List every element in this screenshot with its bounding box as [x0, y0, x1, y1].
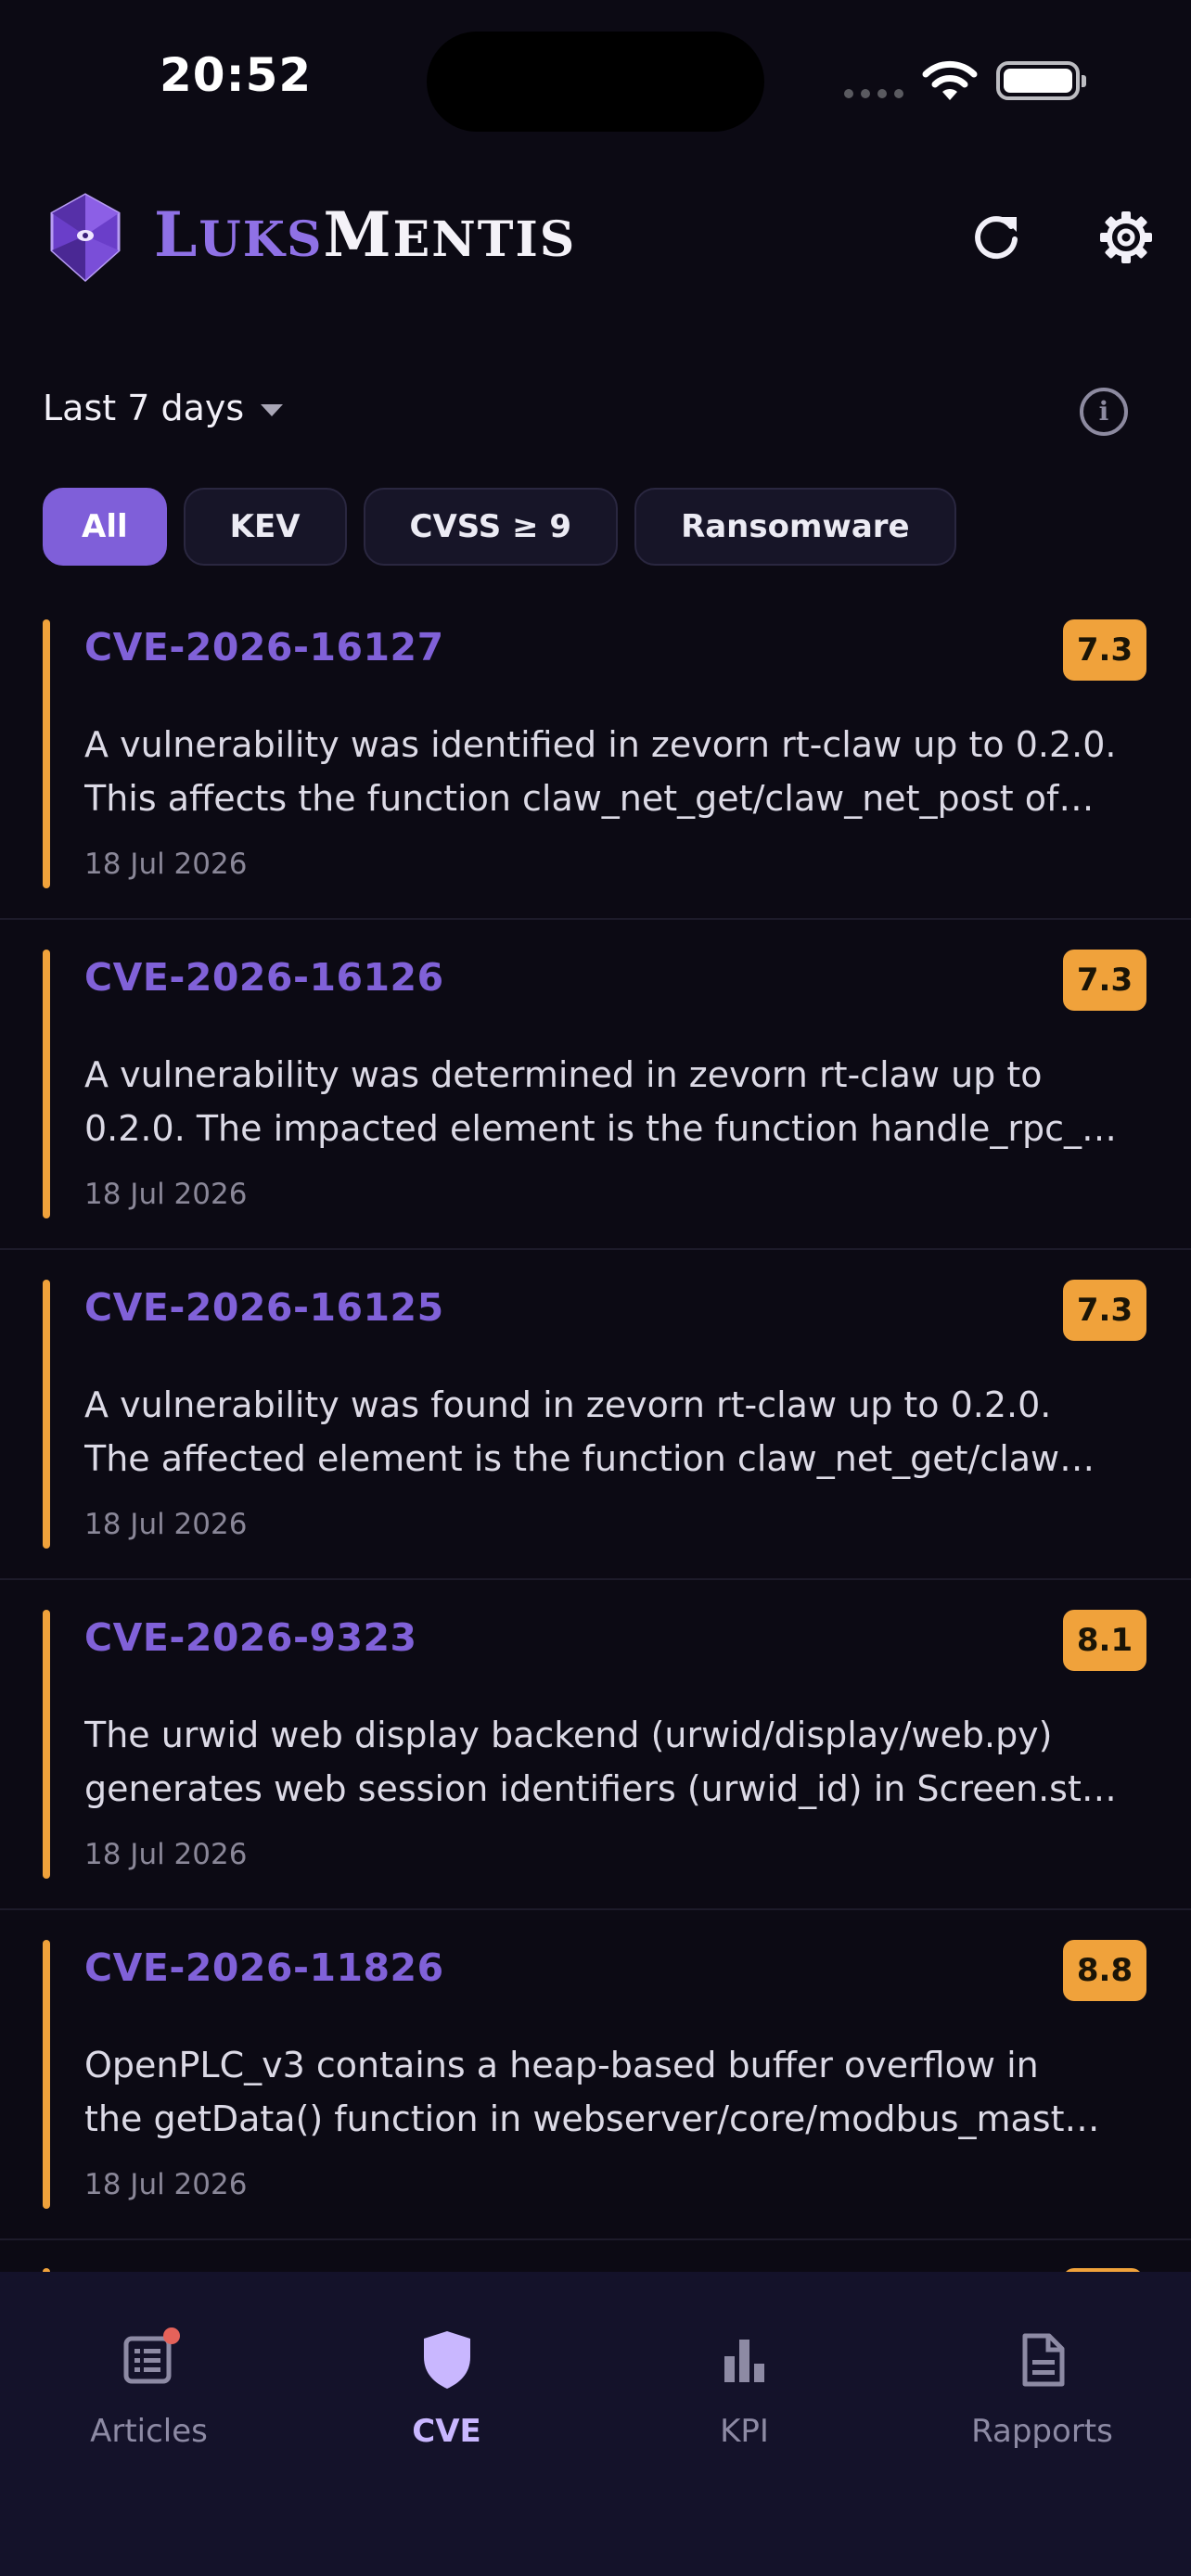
cve-list: CVE-2026-16127 7.3 A vulnerability was i… — [0, 590, 1191, 2287]
cvss-score-badge: 7.3 — [1063, 619, 1146, 681]
cvss-score-badge: 8.1 — [1063, 1610, 1146, 1671]
cve-id: CVE-2026-11826 — [84, 1945, 444, 1990]
cvss-score-badge: 8.8 — [1063, 1940, 1146, 2001]
cve-description: A vulnerability was identified in zevorn… — [84, 718, 1151, 825]
severity-bar — [43, 1280, 50, 1549]
status-time: 20:52 — [160, 48, 313, 102]
shield-icon — [415, 2327, 480, 2392]
refresh-button[interactable] — [961, 202, 1031, 273]
severity-bar — [43, 1940, 50, 2209]
cve-description-line: the getData() function in webserver/core… — [84, 2098, 1100, 2139]
cve-list-item[interactable]: CVE-2026-16125 7.3 A vulnerability was f… — [0, 1250, 1191, 1580]
cve-id: CVE-2026-16126 — [84, 955, 444, 1000]
cve-id: CVE-2026-9323 — [84, 1615, 417, 1660]
cve-description-line: A vulnerability was found in zevorn rt-c… — [84, 1384, 1052, 1425]
tab-label: Articles — [90, 2413, 208, 2450]
cve-id: CVE-2026-16125 — [84, 1285, 444, 1330]
tab-label: Rapports — [971, 2413, 1113, 2450]
settings-button[interactable] — [1091, 202, 1161, 273]
tab-label: KPI — [720, 2413, 769, 2450]
news-icon — [117, 2327, 182, 2392]
app-header: LUKSMENTIS — [0, 176, 1191, 306]
tab-kpi[interactable]: KPI — [596, 2327, 893, 2450]
cve-description: OpenPLC_v3 contains a heap-based buffer … — [84, 2038, 1151, 2146]
chip-kev[interactable]: KEV — [183, 488, 347, 566]
bottom-tab-bar: Articles CVE KPI Rapports — [0, 2272, 1191, 2576]
cve-list-item[interactable]: CVE-2026-16126 7.3 A vulnerability was d… — [0, 920, 1191, 1250]
cve-description-line: OpenPLC_v3 contains a heap-based buffer … — [84, 2045, 1039, 2085]
info-button[interactable]: i — [1080, 388, 1128, 436]
brand-wordmark: LUKSMENTIS — [154, 204, 576, 265]
tab-label: CVE — [412, 2413, 481, 2450]
info-icon: i — [1098, 396, 1109, 427]
cve-description-line: The urwid web display backend (urwid/dis… — [84, 1715, 1053, 1755]
chip-all[interactable]: All — [43, 488, 167, 566]
luksmentis-logo-icon — [50, 193, 121, 282]
severity-bar — [43, 619, 50, 888]
cve-date: 18 Jul 2026 — [84, 1178, 248, 1211]
brand-part-mentis: MENTIS — [323, 198, 577, 271]
chip-ransomware[interactable]: Ransomware — [634, 488, 956, 566]
cve-description-line: generates web session identifiers (urwid… — [84, 1768, 1117, 1809]
cve-description: A vulnerability was found in zevorn rt-c… — [84, 1378, 1151, 1486]
cve-date: 18 Jul 2026 — [84, 1838, 248, 1871]
gear-icon — [1100, 211, 1152, 263]
cve-description: The urwid web display backend (urwid/dis… — [84, 1708, 1151, 1816]
cve-list-item[interactable]: CVE-2026-11826 8.8 OpenPLC_v3 contains a… — [0, 1910, 1191, 2240]
document-icon — [1010, 2327, 1075, 2392]
cve-description-line: This affects the function claw_net_get/c… — [84, 778, 1095, 819]
unread-dot — [162, 2327, 180, 2344]
bar-chart-icon — [712, 2327, 777, 2392]
cve-date: 18 Jul 2026 — [84, 2168, 248, 2201]
cve-list-item[interactable]: CVE-2026-9323 8.1 The urwid web display … — [0, 1580, 1191, 1910]
cve-description-line: A vulnerability was identified in zevorn… — [84, 724, 1117, 765]
chevron-down-icon — [261, 403, 284, 416]
date-range-label: Last 7 days — [43, 388, 245, 428]
brand-part-luks: LUKS — [154, 198, 324, 271]
battery-icon — [996, 61, 1086, 100]
tab-rapports[interactable]: Rapports — [893, 2327, 1191, 2450]
severity-bar — [43, 950, 50, 1218]
dynamic-island — [427, 32, 764, 132]
tab-cve[interactable]: CVE — [298, 2327, 596, 2450]
filter-chips: All KEV CVSS ≥ 9 Ransomware — [43, 488, 956, 566]
date-range-dropdown[interactable]: Last 7 days — [43, 388, 284, 428]
cvss-score-badge: 7.3 — [1063, 1280, 1146, 1341]
cve-date: 18 Jul 2026 — [84, 1508, 248, 1541]
status-bar: 20:52 — [0, 0, 1191, 158]
cellular-signal-icon — [844, 89, 903, 98]
cve-description: A vulnerability was determined in zevorn… — [84, 1048, 1151, 1155]
refresh-icon — [975, 216, 1018, 260]
cve-list-item[interactable]: CVE-2026-16127 7.3 A vulnerability was i… — [0, 590, 1191, 920]
cvss-score-badge: 7.3 — [1063, 950, 1146, 1011]
chip-cvss-9[interactable]: CVSS ≥ 9 — [363, 488, 619, 566]
cve-id: CVE-2026-16127 — [84, 625, 444, 670]
cve-description-line: The affected element is the function cla… — [84, 1438, 1095, 1479]
cve-description-line: A vulnerability was determined in zevorn… — [84, 1054, 1043, 1095]
tab-articles[interactable]: Articles — [0, 2327, 298, 2450]
wifi-icon — [922, 60, 978, 100]
severity-bar — [43, 1610, 50, 1879]
cve-description-line: 0.2.0. The impacted element is the funct… — [84, 1108, 1118, 1149]
cve-date: 18 Jul 2026 — [84, 848, 248, 881]
